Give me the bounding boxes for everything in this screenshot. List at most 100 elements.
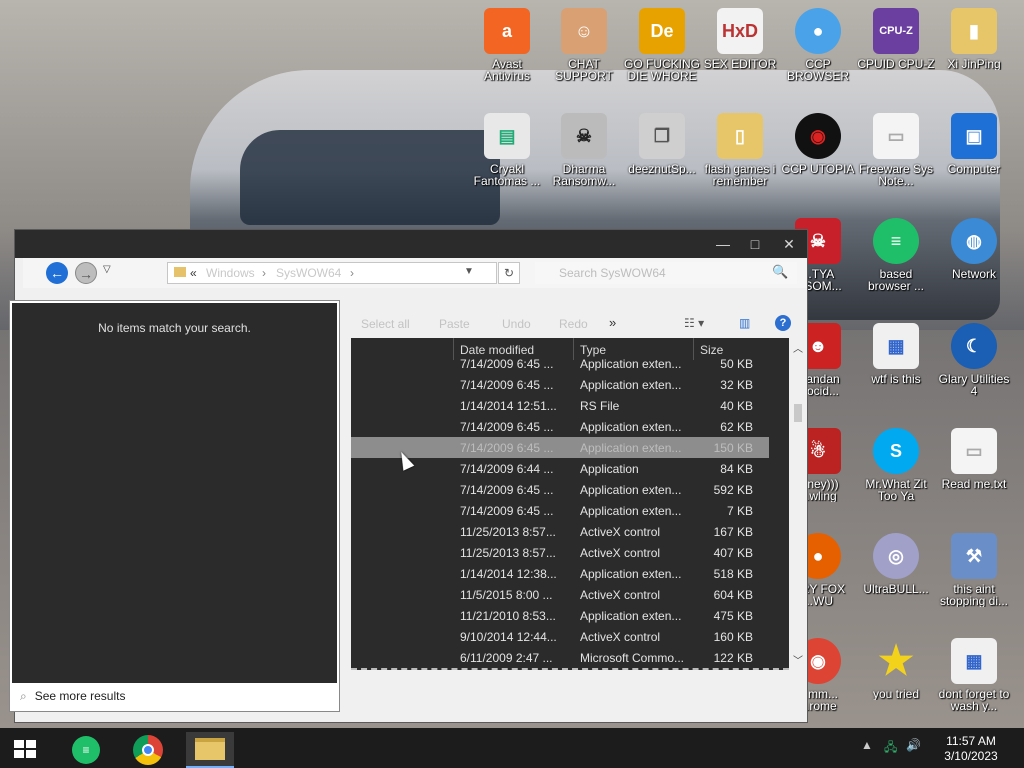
scroll-up-icon[interactable]: ︿ [793,340,803,355]
more-commands-button[interactable]: » [609,315,616,330]
table-row[interactable]: 7/14/2009 6:45 ... Application exten... 62… [351,416,769,437]
file-date-modified: 7/14/2009 6:45 ... [460,420,554,434]
select-all-button[interactable]: Select all [361,317,410,331]
wallpaper-bus-window [240,130,500,225]
config-file-icon: ▦ [951,638,997,684]
undo-button[interactable]: Undo [502,317,531,331]
desktop-icon-network[interactable]: ◍ Network [935,218,1013,280]
file-type: ActiveX control [580,546,661,560]
desktop-icon-dharma[interactable]: ☠ Dharma Ransomw... [545,113,623,187]
address-dropdown-icon[interactable]: ▼ [464,266,474,277]
table-row[interactable]: 11/25/2013 8:57... ActiveX control 407 KB [351,542,769,563]
search-icon[interactable]: 🔍 [772,264,788,280]
file-list: Date modified Type Size 7/14/2009 6:45 .… [351,338,789,670]
desktop-icon-hxd[interactable]: HxD SEX EDITOR [701,8,779,70]
windows-logo-icon [26,740,36,748]
desktop-icon-ccp-utopia[interactable]: ◉ CCP UTOPIA [779,113,857,175]
close-button[interactable]: ✕ [779,234,799,254]
desktop-icon-cryakl[interactable]: ▤ Cryakl Fantomas ... [468,113,546,187]
desktop-icon-wtf-is-this[interactable]: ▦ wtf is this [857,323,935,385]
computer-icon: ▣ [951,113,997,159]
table-row[interactable]: 11/25/2013 8:57... ActiveX control 167 KB [351,521,769,542]
desktop-icon-xi-jinping[interactable]: ▮ Xi JinPing [935,8,1013,70]
copy-windows-icon: ❐ [639,113,685,159]
title-bar[interactable]: — □ ✕ [15,230,807,258]
table-row[interactable]: 1/14/2014 12:51... RS File 40 KB [351,395,769,416]
file-size: 160 KB [713,630,753,644]
desktop-icon-freeware-sys-note[interactable]: ▭ Freeware Sys Note... [857,113,935,187]
desktop-icon-ultrabull[interactable]: ◎ UltraBULL... [857,533,935,595]
file-date-modified: 11/5/2015 8:00 ... [460,588,553,602]
desktop-icon-avast[interactable]: a Avast Antivirus [468,8,546,82]
preview-pane-icon[interactable]: ▥ [739,316,750,330]
windows-logo-icon [26,750,36,758]
desktop-icon-ccp-browser[interactable]: ● CCP BROWSER [779,8,857,82]
back-button[interactable]: ← [46,262,68,284]
help-icon[interactable]: ? [775,315,791,331]
clock-date: 3/10/2023 [944,749,998,763]
desktop-icon-de[interactable]: De GO FUCKING DIE WHORE [623,8,701,82]
file-size: 32 KB [720,378,753,392]
scroll-down-icon[interactable]: ﹀ [793,652,803,667]
clock[interactable]: 11:57 AM 3/10/2023 [932,734,1010,764]
desktop-icon-glary[interactable]: ☾ Glary Utilities 4 [935,323,1013,397]
table-row[interactable]: 11/21/2010 8:53... Application exten... 47… [351,605,769,626]
address-bar[interactable]: « Windows › SysWOW64 › ▼ [167,262,497,284]
desktop-icon-deeznut[interactable]: ❐ deeznutSp... [623,113,701,175]
address-overflow[interactable]: « [190,266,197,280]
see-more-results-link[interactable]: ⌕ See more results [20,689,125,704]
table-row[interactable]: 1/14/2014 12:38... Application exten... 51… [351,563,769,584]
table-row[interactable]: 9/10/2014 12:44... ActiveX control 160 KB [351,626,769,647]
start-button[interactable] [14,740,36,758]
desktop-icon-you-tried[interactable]: ★ you tried [857,638,935,700]
table-row[interactable]: 11/5/2015 8:00 ... ActiveX control 604 KB [351,584,769,605]
minimize-button[interactable]: — [713,234,733,254]
file-size: 122 KB [713,651,753,665]
search-box[interactable]: Search SysWOW64 🔍 [535,262,797,284]
file-type: Application exten... [580,609,682,623]
desktop-icon-read-me[interactable]: ▭ Read me.txt [935,428,1013,490]
cpuz-icon: CPU-Z [873,8,919,54]
table-row[interactable]: 7/14/2009 6:45 ... Application exten... 32… [351,374,769,395]
desktop-icon-flash-games[interactable]: ▯ flash games i remember [701,113,779,187]
desktop-icon-based-browser[interactable]: ≡ based browser ... [857,218,935,292]
chat-bubble-icon: ≡ [72,736,100,764]
file-size: 407 KB [713,546,753,560]
desktop-icon-computer[interactable]: ▣ Computer [935,113,1013,175]
desktop-icon-cpuz[interactable]: CPU-Z CPUID CPU-Z [857,8,935,70]
breadcrumb-separator-icon: › [350,266,354,280]
taskbar-file-explorer[interactable] [186,732,234,768]
vertical-scrollbar[interactable]: ︿ ﹀ [789,338,807,668]
table-row[interactable]: 7/14/2009 6:45 ... Application exten... 15… [351,437,769,458]
desktop-icon-this-aint-stopping[interactable]: ⚒ this aint stopping di... [935,533,1013,607]
table-row[interactable]: 7/14/2009 6:45 ... Application exten... 59… [351,479,769,500]
desktop-icon-skype[interactable]: S Mr.What Zit Too Ya [857,428,935,502]
chat-bubble-icon: ≡ [873,218,919,264]
view-options-icon[interactable]: ☷ ▾ [684,316,704,330]
file-type: ActiveX control [580,588,661,602]
recent-locations-chevron-icon[interactable]: ▽ [103,264,111,275]
breadcrumb-syswow64[interactable]: SysWOW64 [276,266,341,280]
forward-button[interactable]: → [75,262,97,284]
table-row[interactable]: 7/14/2009 6:45 ... Application exten... 50… [351,353,769,374]
redo-button[interactable]: Redo [559,317,588,331]
search-input[interactable]: Search SysWOW64 [559,266,666,280]
scroll-thumb[interactable] [794,404,802,422]
table-row[interactable]: 7/14/2009 6:45 ... Application exten... 7 … [351,500,769,521]
de-app-icon: De [639,8,685,54]
breadcrumb-windows[interactable]: Windows [206,266,255,280]
refresh-button[interactable]: ↻ [498,262,520,284]
taskbar-based-browser[interactable]: ≡ [62,732,110,768]
file-date-modified: 6/11/2009 2:47 ... [460,651,553,665]
paste-button[interactable]: Paste [439,317,470,331]
volume-icon[interactable]: 🔊 [906,738,921,752]
desktop-icon-dont-forget[interactable]: ▦ dont forget to wash y... [935,638,1013,712]
support-person-icon: ☺ [561,8,607,54]
table-row[interactable]: 6/11/2009 2:47 ... Microsoft Commo... 122 … [351,647,769,668]
network-icon[interactable]: 🖧 [884,738,897,759]
maximize-button[interactable]: □ [745,234,765,254]
taskbar-chrome[interactable] [124,732,172,768]
desktop-icon-chat-support[interactable]: ☺ CHAT SUPPORT [545,8,623,82]
show-hidden-icons-chevron-icon[interactable]: ▲ [861,738,873,752]
table-row[interactable]: 7/14/2009 6:44 ... Application 84 KB [351,458,769,479]
